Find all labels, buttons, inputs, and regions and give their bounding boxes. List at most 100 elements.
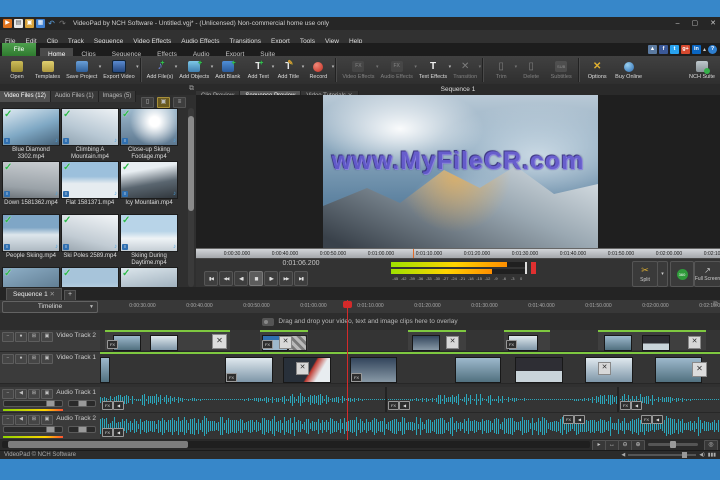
add-title-button[interactable]: T ✎ Add Title ▾ bbox=[273, 56, 305, 84]
slider-thumb[interactable] bbox=[78, 400, 87, 407]
add-text-button[interactable]: T + Add Text ▾ bbox=[243, 56, 275, 84]
media-clip[interactable]: ✓ ≡ ♪ People Skiing.mp4 bbox=[2, 214, 60, 267]
media-bin-scrollbar[interactable] bbox=[188, 108, 194, 287]
clip-volume-icon[interactable]: ◀ bbox=[399, 401, 410, 410]
transport-button[interactable]: ◀◀ bbox=[219, 271, 233, 286]
track-visibility-button[interactable]: ● bbox=[15, 332, 27, 342]
list-view-icon[interactable]: ≡ bbox=[173, 97, 186, 108]
media-clip[interactable]: ✓ ≡ ♪ Down 1581362.mp4 bbox=[2, 161, 60, 214]
minimize-button[interactable]: – bbox=[676, 17, 680, 30]
media-clip[interactable]: ✓ ≡ ♪ Blue Diamond 3302.mp4 bbox=[2, 108, 60, 161]
add-objects-button[interactable]: + Add Objects ▾ bbox=[176, 56, 213, 84]
clip-volume-icon[interactable]: ◀ bbox=[652, 415, 663, 424]
media-clip[interactable]: ✓ ≡ ♪ Ski Poles 2589.mp4 bbox=[61, 214, 119, 267]
transport-button[interactable]: ▶▶ bbox=[279, 271, 293, 286]
tab-images[interactable]: Images (5) bbox=[98, 91, 137, 102]
transport-button[interactable]: ◀▮ bbox=[234, 271, 248, 286]
transition-x-icon[interactable]: ✕ bbox=[279, 336, 292, 349]
volume-slider[interactable] bbox=[3, 400, 63, 407]
new-project-icon[interactable]: ▤ bbox=[14, 19, 23, 28]
media-clip[interactable]: ✓≡♪ bbox=[120, 267, 178, 287]
video-track-1-area[interactable]: FX ✕ FX ✕ ✕ bbox=[100, 352, 720, 384]
track-visibility-button[interactable]: ● bbox=[15, 354, 27, 364]
dropdown-caret-icon[interactable]: ▾ bbox=[332, 64, 335, 70]
pan-slider[interactable] bbox=[68, 426, 96, 433]
facebook-icon[interactable]: f bbox=[658, 45, 668, 54]
clip-fx-icon[interactable]: FX bbox=[102, 428, 113, 437]
twitter-icon[interactable]: t bbox=[669, 45, 679, 54]
media-clip[interactable]: ✓ ≡ ♪ Close-up Skiing Footage.mp4 bbox=[120, 108, 178, 161]
like-icon[interactable]: ▲ bbox=[647, 45, 657, 54]
delete-button[interactable]: ▯ Delete bbox=[516, 56, 546, 84]
nch-suite-button[interactable]: NCH Suite bbox=[686, 56, 718, 84]
clip-fx-icon[interactable]: FX bbox=[351, 373, 362, 382]
arrow-left-icon[interactable]: ◀ bbox=[621, 452, 625, 458]
undock-panel-icon[interactable]: ⧉ bbox=[713, 301, 718, 309]
timeline-clip[interactable]: ✕ bbox=[408, 330, 466, 351]
volume-slider[interactable] bbox=[628, 452, 697, 458]
tab-video-files[interactable]: Video Files (12) bbox=[0, 91, 51, 102]
text-effects-button[interactable]: T Text Effects ▾ bbox=[416, 56, 451, 84]
track-motion-button[interactable]: ⊞ bbox=[28, 354, 40, 364]
collapse-track-button[interactable]: − bbox=[2, 389, 14, 399]
googleplus-icon[interactable]: g+ bbox=[680, 45, 690, 54]
scrollbar-thumb[interactable] bbox=[188, 116, 194, 211]
clip-volume-icon[interactable]: ◀ bbox=[631, 401, 642, 410]
clip-fx-icon[interactable]: FX bbox=[107, 340, 118, 349]
track-lock-button[interactable]: ▣ bbox=[41, 354, 53, 364]
slider-thumb[interactable] bbox=[670, 441, 676, 448]
subtitles-button[interactable]: SUB Subtitles bbox=[546, 56, 576, 84]
split-button[interactable]: ✂ Split bbox=[632, 261, 658, 287]
media-clip[interactable]: ✓ ≡ ♪ Icy Mountain.mp4 bbox=[120, 161, 178, 214]
options-button[interactable]: ✕ Options bbox=[582, 56, 612, 84]
timeline-mode-dropdown[interactable]: Timeline ▼ bbox=[2, 301, 98, 313]
speaker-icon[interactable]: ◀) bbox=[699, 452, 705, 458]
timeline-clip[interactable]: ✕ bbox=[598, 330, 706, 351]
export-video-button[interactable]: Export Video ▾ bbox=[100, 56, 139, 84]
video-effects-button[interactable]: FX Video Effects ▾ bbox=[339, 56, 379, 84]
media-clip[interactable]: ✓ ≡ ♪ Skiing During Daytime.mp4 bbox=[120, 214, 178, 267]
transition-x-icon[interactable]: ✕ bbox=[598, 362, 611, 375]
help-icon[interactable]: ? bbox=[708, 45, 717, 54]
add-folder-icon[interactable]: ▣ bbox=[157, 97, 170, 108]
clip-volume-icon[interactable]: ◀ bbox=[113, 401, 124, 410]
open-project-icon[interactable]: ▣ bbox=[25, 19, 34, 28]
timeline-scrollbar[interactable] bbox=[2, 441, 590, 448]
clip-fx-icon[interactable]: FX bbox=[388, 401, 399, 410]
transport-button[interactable]: ▮▮ bbox=[249, 271, 263, 286]
track-mute-button[interactable]: ◀ bbox=[15, 389, 27, 399]
media-clip[interactable]: ✓≡♪ bbox=[2, 267, 60, 287]
clip-fx-icon[interactable]: FX bbox=[641, 415, 652, 424]
scrollbar-thumb[interactable] bbox=[8, 441, 188, 448]
tab-audio-files[interactable]: Audio Files (1) bbox=[50, 91, 99, 102]
dropdown-caret-icon[interactable]: ▾ bbox=[136, 64, 139, 70]
pan-slider[interactable] bbox=[68, 400, 96, 407]
clip-fx-icon[interactable]: FX bbox=[620, 401, 631, 410]
maximize-button[interactable]: ▢ bbox=[692, 17, 699, 30]
audio-track-1-area[interactable]: FX ◀ FX ◀ FX ◀ bbox=[100, 387, 720, 413]
track-motion-button[interactable]: ⊞ bbox=[28, 389, 40, 399]
timeline-playhead[interactable] bbox=[347, 300, 348, 440]
record-button[interactable]: Record ▾ bbox=[303, 56, 335, 84]
slider-thumb[interactable] bbox=[46, 426, 55, 433]
view-360-button[interactable]: 360 bbox=[670, 261, 694, 287]
transport-button[interactable]: ▶▮ bbox=[294, 271, 308, 286]
trim-button[interactable]: ▯ Trim ▾ bbox=[486, 56, 517, 84]
transition-x-icon[interactable]: ✕ bbox=[296, 362, 309, 375]
close-button[interactable]: ✕ bbox=[710, 17, 716, 30]
track-lock-button[interactable]: ▣ bbox=[41, 332, 53, 342]
track-motion-button[interactable]: ⊞ bbox=[28, 415, 40, 425]
slider-thumb[interactable] bbox=[46, 400, 55, 407]
open-button[interactable]: Open bbox=[2, 56, 32, 84]
add-blank-button[interactable]: + Add Blank bbox=[212, 56, 243, 84]
tab-file[interactable]: File bbox=[2, 43, 36, 56]
zoom-slider[interactable] bbox=[648, 441, 698, 448]
save-icon[interactable]: ▦ bbox=[36, 19, 45, 28]
transport-button[interactable]: ▮▶ bbox=[264, 271, 278, 286]
add-files-button[interactable]: ♪ + Add File(s) ▾ bbox=[144, 56, 178, 84]
fullscreen-button[interactable]: ↗ Full Screen bbox=[694, 261, 720, 287]
collapse-track-button[interactable]: − bbox=[2, 354, 14, 364]
timeline-clip[interactable]: ✕ FX bbox=[260, 330, 308, 351]
close-tab-icon[interactable]: ✕ bbox=[50, 291, 55, 298]
collapse-track-button[interactable]: − bbox=[2, 415, 14, 425]
